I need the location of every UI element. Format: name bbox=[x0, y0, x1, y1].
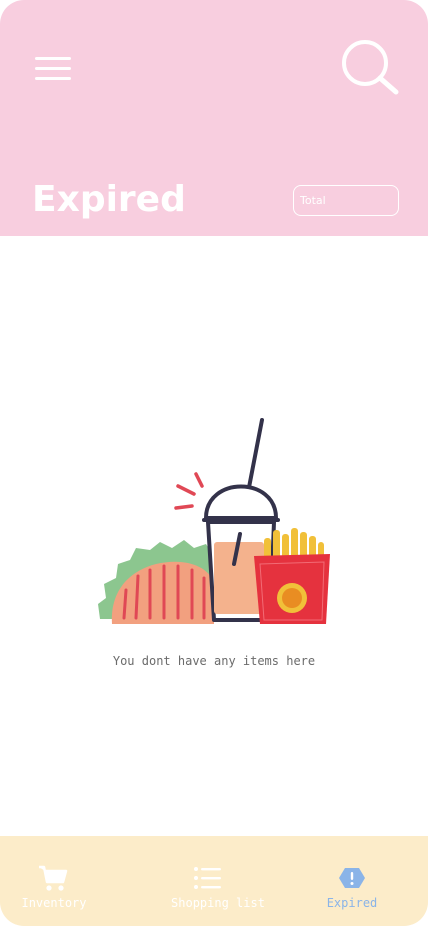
menu-icon-bar-bottom bbox=[35, 77, 71, 80]
menu-icon-bar-top bbox=[35, 57, 71, 60]
nav-shopping-list-label: Shopping list bbox=[171, 896, 265, 910]
menu-button[interactable] bbox=[30, 48, 76, 88]
cart-icon bbox=[39, 865, 68, 891]
total-label: Total bbox=[300, 194, 326, 207]
nav-shopping-list[interactable]: Shopping list bbox=[160, 836, 276, 926]
nav-inventory[interactable]: Inventory bbox=[0, 836, 108, 926]
nav-expired[interactable]: Expired bbox=[312, 836, 392, 926]
alert-icon bbox=[339, 868, 365, 888]
empty-state-illustration bbox=[94, 414, 336, 632]
nav-inventory-label: Inventory bbox=[21, 896, 87, 910]
page-title: Expired bbox=[32, 179, 186, 220]
search-button[interactable] bbox=[338, 36, 402, 100]
header: Expired Total bbox=[0, 0, 428, 236]
menu-icon-bar-middle bbox=[35, 67, 71, 70]
list-icon bbox=[194, 867, 221, 889]
nav-expired-label: Expired bbox=[326, 896, 378, 910]
empty-state-message: You dont have any items here bbox=[112, 654, 316, 668]
search-icon bbox=[342, 40, 399, 95]
bottom-navigation: Inventory Shopping list Expired bbox=[0, 836, 428, 926]
fast-food-illustration bbox=[98, 418, 330, 624]
total-filter-box[interactable]: Total bbox=[293, 185, 399, 216]
app-screen: Expired Total You dont have any items he… bbox=[0, 0, 428, 926]
